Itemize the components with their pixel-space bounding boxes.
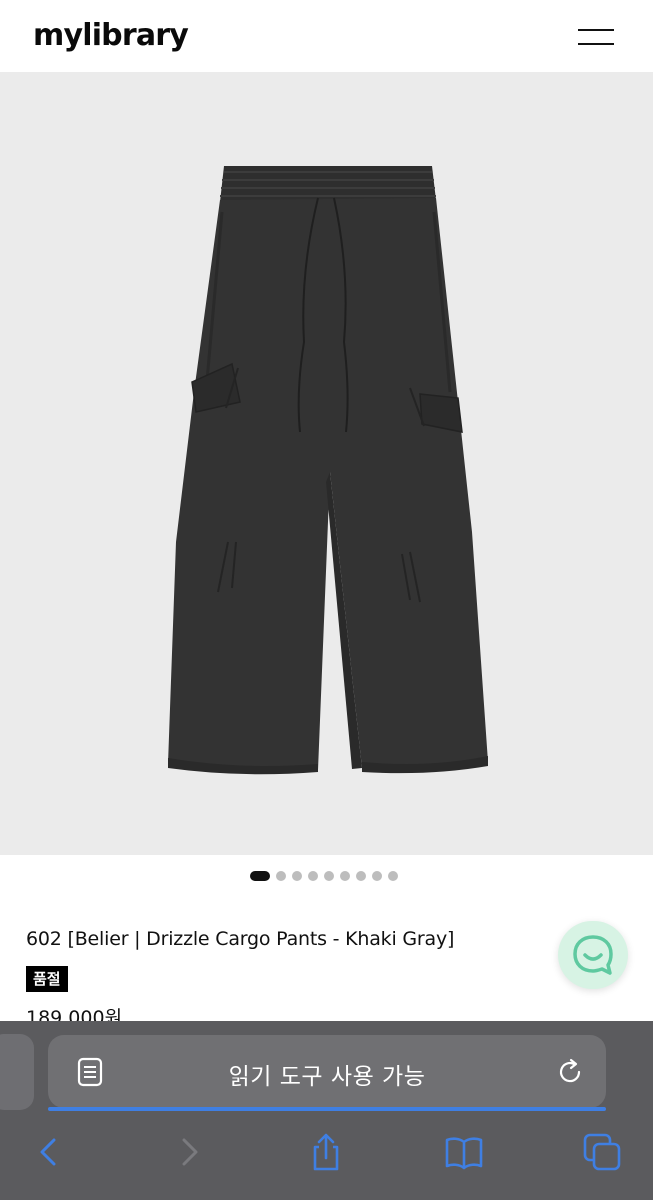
share-icon: [313, 1133, 339, 1171]
browser-bottom-bar: 읽기 도구 사용 가능: [0, 1021, 653, 1200]
address-text[interactable]: 읽기 도구 사용 가능: [48, 1057, 606, 1091]
carousel-dot[interactable]: [308, 871, 318, 881]
carousel-dot[interactable]: [276, 871, 286, 881]
chat-bubble-icon: [573, 935, 613, 975]
site-header: mylibrary: [0, 0, 653, 72]
carousel-dots[interactable]: [250, 871, 398, 881]
menu-line-top: [578, 29, 614, 31]
address-bar-accent: [48, 1107, 606, 1111]
bookmarks-button[interactable]: [444, 1132, 484, 1172]
reload-icon[interactable]: [555, 1057, 585, 1087]
address-bar[interactable]: 읽기 도구 사용 가능: [48, 1035, 606, 1111]
carousel-dot[interactable]: [324, 871, 334, 881]
back-icon: [40, 1138, 56, 1166]
carousel-dot[interactable]: [292, 871, 302, 881]
carousel-dot[interactable]: [340, 871, 350, 881]
chat-button[interactable]: [558, 921, 628, 989]
share-button[interactable]: [306, 1132, 346, 1172]
back-button[interactable]: [28, 1132, 68, 1172]
carousel-dot[interactable]: [388, 871, 398, 881]
site-logo[interactable]: mylibrary: [33, 18, 189, 53]
carousel-dot[interactable]: [356, 871, 366, 881]
menu-line-bottom: [578, 43, 614, 45]
carousel-dot-active[interactable]: [250, 871, 270, 881]
cargo-pants-image: [168, 166, 488, 775]
product-image[interactable]: [0, 72, 653, 855]
product-title: 602 [Belier | Drizzle Cargo Pants - Khak…: [26, 928, 455, 950]
previous-tab-edge[interactable]: [0, 1034, 34, 1110]
hamburger-icon[interactable]: [576, 24, 616, 48]
forward-icon: [182, 1138, 198, 1166]
carousel-dot[interactable]: [372, 871, 382, 881]
tabs-icon: [583, 1133, 621, 1171]
tabs-button[interactable]: [582, 1132, 622, 1172]
sold-out-badge: 품절: [26, 966, 68, 992]
forward-button[interactable]: [170, 1132, 210, 1172]
bookmarks-icon: [445, 1137, 483, 1170]
